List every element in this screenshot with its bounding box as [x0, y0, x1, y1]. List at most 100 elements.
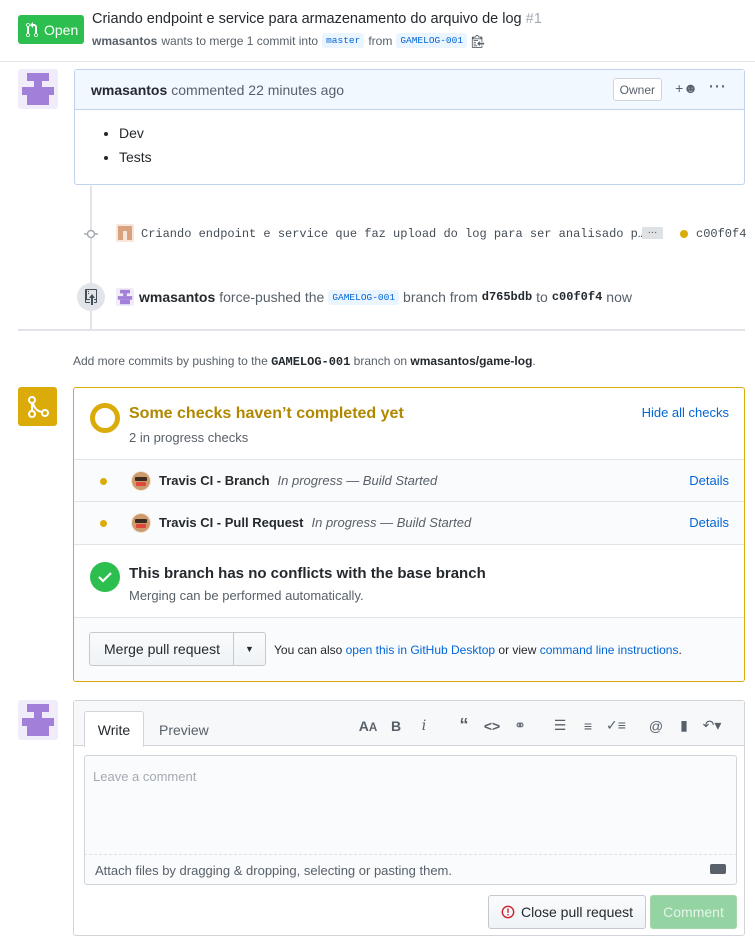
tab-preview[interactable]: Preview — [159, 722, 209, 738]
tab-write[interactable]: Write — [84, 711, 144, 747]
command-line-instructions-link[interactable]: command line instructions — [540, 643, 679, 657]
hint-text: Add more commits by pushing to the — [73, 354, 268, 368]
checks-subtitle: 2 in progress checks — [129, 430, 249, 445]
add-reaction-button[interactable]: +☻ — [675, 80, 698, 96]
push-user-link[interactable]: wmasantos — [139, 289, 215, 305]
no-conflicts-subtitle: Merging can be performed automatically. — [129, 588, 364, 603]
add-commits-hint: Add more commits by pushing to the GAMEL… — [73, 354, 536, 369]
travis-ci-icon — [131, 513, 151, 533]
push-text: branch from — [403, 289, 478, 305]
hint-text: You can also — [274, 643, 343, 657]
git-merge-icon — [27, 395, 49, 418]
comment-author[interactable]: wmasantos — [91, 82, 167, 98]
attach-text: Attach files by dragging & dropping, sel… — [95, 863, 452, 878]
commit-sha-link[interactable]: c00f0f4 — [696, 227, 746, 241]
check-name: Travis CI - Pull Request In progress — Bu… — [159, 515, 471, 530]
triangle-down-icon: ▼ — [245, 644, 254, 654]
push-time[interactable]: now — [606, 289, 632, 305]
checks-summary: Some checks haven’t completed yet 2 in p… — [74, 388, 744, 460]
pending-dot-icon — [100, 520, 107, 527]
check-name: Travis CI - Branch In progress — Build St… — [159, 473, 437, 488]
comment-submit-button[interactable]: Comment — [650, 895, 737, 929]
list-item: Dev — [119, 125, 744, 141]
check-status: In progress — Build Started — [277, 473, 438, 488]
pr-state-badge: Open — [18, 15, 84, 44]
push-user-avatar[interactable] — [116, 288, 134, 306]
task-list-icon[interactable]: ✓≡ — [602, 717, 630, 734]
header-text-icon[interactable]: AA — [354, 718, 382, 734]
identicon-icon — [22, 704, 54, 736]
repo-push-icon — [77, 283, 105, 311]
hint-text: branch on — [353, 354, 408, 368]
merge-actions: Merge pull request ▼ You can also open t… — [74, 618, 744, 681]
owner-badge: Owner — [612, 78, 662, 101]
hide-all-checks-link[interactable]: Hide all checks — [642, 405, 729, 420]
commit-message-link[interactable]: Criando endpoint e service que faz uploa… — [141, 227, 645, 241]
check-row: Travis CI - Branch In progress — Build St… — [74, 460, 744, 502]
check-status: In progress — Build Started — [311, 515, 472, 530]
push-text: to — [536, 289, 548, 305]
head-branch[interactable]: GAMELOG-001 — [396, 33, 468, 48]
commit-author-avatar[interactable] — [116, 224, 134, 242]
pending-dot-icon — [100, 478, 107, 485]
close-pull-request-label: Close pull request — [520, 904, 634, 920]
unordered-list-icon[interactable]: ☰ — [546, 717, 574, 734]
link-icon[interactable]: ⚭ — [506, 717, 534, 734]
checks-title: Some checks haven’t completed yet — [129, 405, 404, 422]
mention-icon[interactable]: @ — [642, 718, 670, 734]
travis-ci-icon — [131, 471, 151, 491]
comment-timestamp[interactable]: commented 22 minutes ago — [171, 82, 344, 98]
pr-meta-from: from — [368, 33, 393, 48]
merge-pull-request-button[interactable]: Merge pull request — [89, 632, 234, 666]
check-details-link[interactable]: Details — [689, 473, 729, 488]
comment-textarea[interactable]: Leave a comment — [84, 755, 737, 855]
expand-commit-button[interactable]: … — [642, 226, 663, 239]
kebab-horizontal-icon: ⋯ — [708, 76, 726, 96]
avatar[interactable] — [18, 700, 58, 740]
markdown-toolbar: AA B i “ <> ⚭ ☰ ≡ ✓≡ @ ▮ ↶▾ — [354, 715, 726, 736]
pr-meta: wmasantos wants to merge 1 commit into m… — [92, 33, 485, 48]
timeline-divider — [18, 329, 745, 331]
close-pull-request-button[interactable]: Close pull request — [488, 895, 646, 929]
comment-tabs: Write Preview AA B i “ <> ⚭ ☰ ≡ ✓≡ @ ▮ ↶… — [74, 701, 744, 747]
merge-method-dropdown[interactable]: ▼ — [233, 632, 266, 666]
comment-options-button[interactable]: ⋯ — [708, 76, 726, 97]
pr-header: Open Criando endpoint e service para arm… — [0, 0, 755, 62]
check-title: Travis CI - Pull Request — [159, 515, 304, 530]
check-row: Travis CI - Pull Request In progress — Bu… — [74, 502, 744, 545]
code-icon[interactable]: <> — [478, 718, 506, 734]
check-details-link[interactable]: Details — [689, 515, 729, 530]
bookmark-icon[interactable]: ▮ — [670, 717, 698, 734]
identicon-icon — [117, 289, 133, 305]
reply-icon[interactable]: ↶▾ — [698, 717, 726, 734]
pr-title-text: Criando endpoint e service para armazena… — [92, 11, 522, 27]
identicon-icon — [118, 226, 132, 240]
open-github-desktop-link[interactable]: open this in GitHub Desktop — [346, 643, 495, 657]
no-conflicts-title: This branch has no conflicts with the ba… — [129, 565, 486, 582]
pr-meta-text: wants to merge 1 commit into — [161, 33, 319, 48]
identicon-icon — [22, 73, 54, 105]
bold-icon[interactable]: B — [382, 718, 410, 734]
ordered-list-icon[interactable]: ≡ — [574, 718, 602, 734]
smiley-icon: +☻ — [675, 80, 698, 96]
new-comment-form: Write Preview AA B i “ <> ⚭ ☰ ≡ ✓≡ @ ▮ ↶… — [73, 700, 745, 936]
pr-state-label: Open — [44, 21, 79, 38]
clipboard-icon[interactable] — [471, 34, 485, 48]
markdown-icon[interactable] — [710, 864, 726, 874]
from-sha-link[interactable]: d765bdb — [482, 290, 532, 304]
hint-text: . — [532, 354, 536, 368]
file-attachment-bar[interactable]: Attach files by dragging & dropping, sel… — [84, 855, 737, 885]
italic-icon[interactable]: i — [410, 718, 438, 734]
pr-author-link[interactable]: wmasantos — [92, 34, 157, 48]
pr-number: #1 — [525, 11, 542, 27]
base-branch[interactable]: master — [322, 33, 365, 48]
comment-body: Dev Tests — [75, 110, 744, 165]
quote-icon[interactable]: “ — [450, 715, 478, 736]
check-title: Travis CI - Branch — [159, 473, 270, 488]
merge-hint: You can also open this in GitHub Desktop… — [274, 643, 682, 657]
list-item: Tests — [119, 149, 744, 165]
to-sha-link[interactable]: c00f0f4 — [552, 290, 602, 304]
push-branch[interactable]: GAMELOG-001 — [328, 289, 400, 305]
commit-status-pending-icon[interactable] — [680, 230, 688, 238]
avatar[interactable] — [18, 69, 58, 109]
